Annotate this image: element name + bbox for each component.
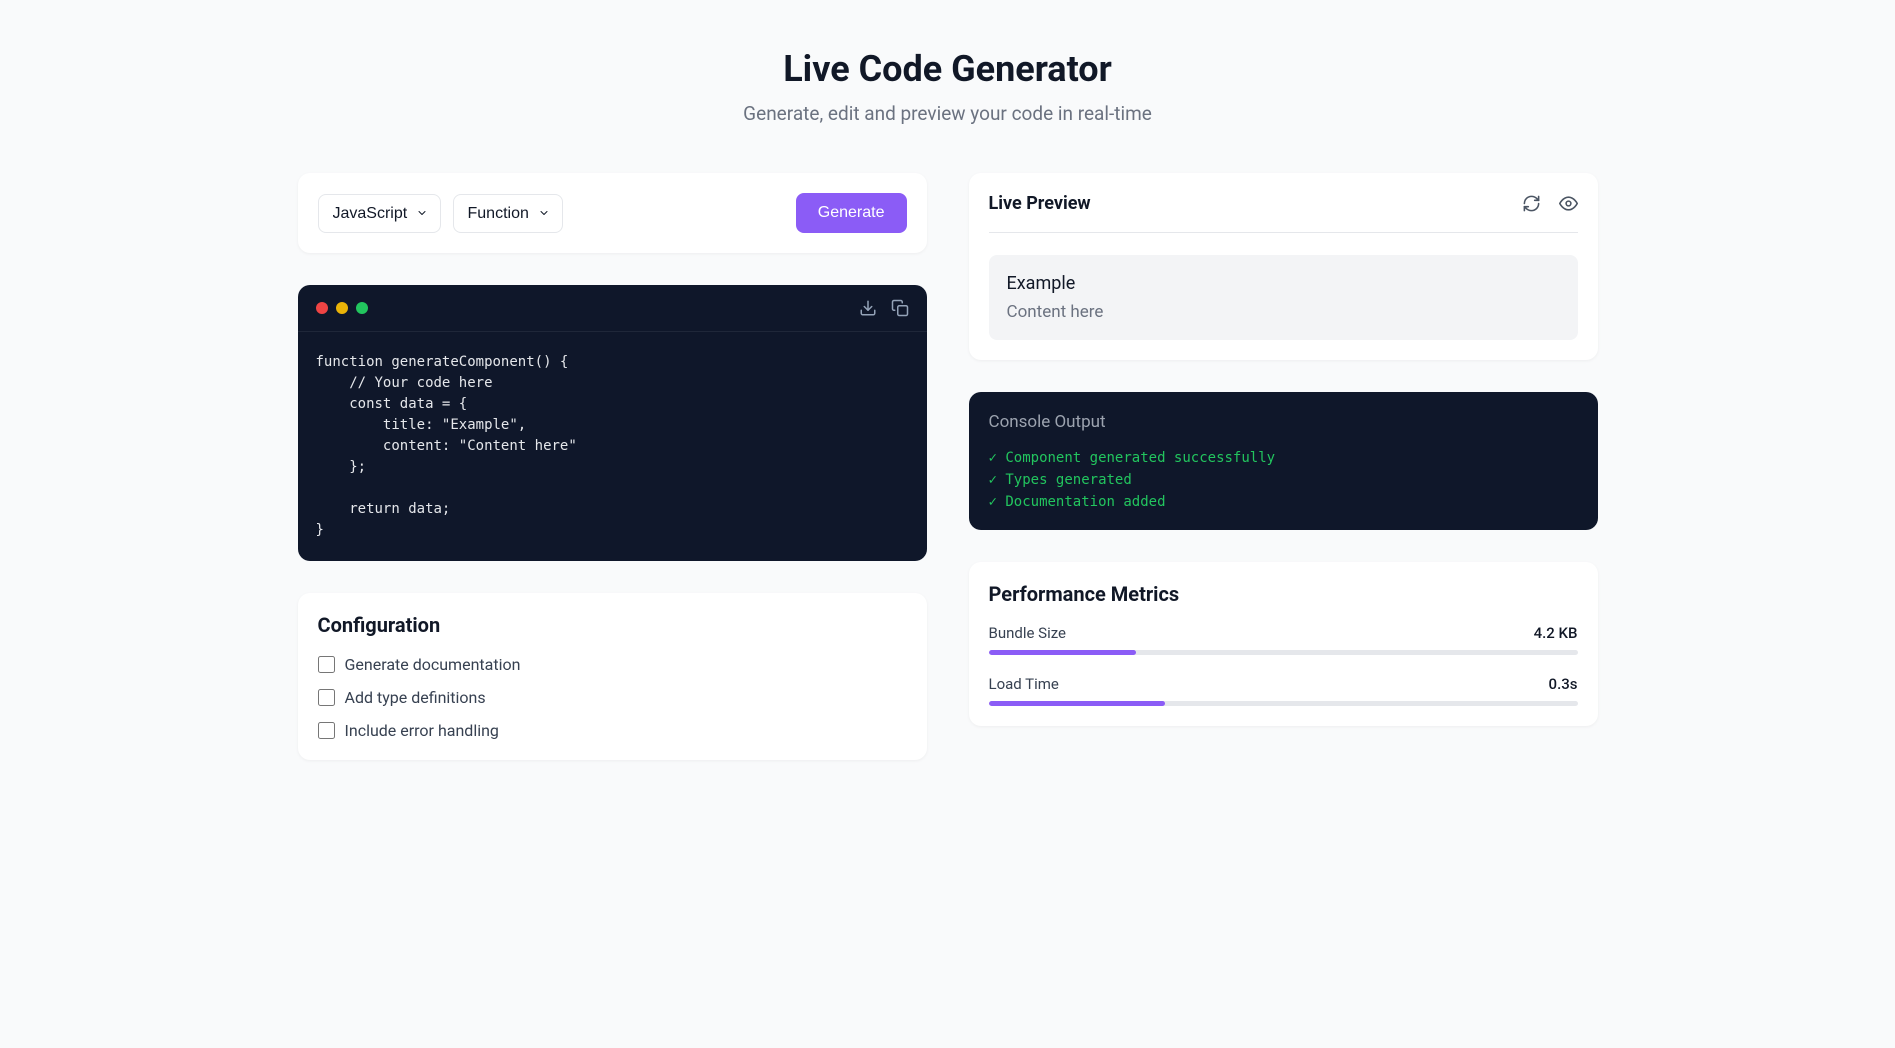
code-content[interactable]: function generateComponent() { // Your c… — [316, 352, 909, 541]
generate-button[interactable]: Generate — [796, 193, 907, 233]
view-button[interactable] — [1559, 194, 1578, 213]
traffic-lights — [316, 302, 368, 314]
metric-value: 0.3s — [1549, 675, 1578, 693]
progress-fill — [989, 650, 1136, 655]
download-button[interactable] — [859, 299, 877, 317]
console-line: ✓ Documentation added — [989, 494, 1578, 510]
metric-item: Bundle Size 4.2 KB — [989, 624, 1578, 655]
copy-icon — [891, 299, 909, 317]
config-item[interactable]: Generate documentation — [318, 655, 907, 674]
console-line: ✓ Component generated successfully — [989, 450, 1578, 466]
progress-fill — [989, 701, 1166, 706]
config-checkbox-types[interactable] — [318, 689, 335, 706]
preview-title: Live Preview — [989, 193, 1091, 214]
config-checkbox-docs[interactable] — [318, 656, 335, 673]
refresh-icon — [1522, 194, 1541, 213]
preview-item-content: Content here — [1007, 302, 1560, 322]
traffic-light-yellow — [336, 302, 348, 314]
progress-bar — [989, 650, 1578, 655]
eye-icon — [1559, 194, 1578, 213]
config-label: Include error handling — [345, 721, 499, 740]
metrics-card: Performance Metrics Bundle Size 4.2 KB — [969, 562, 1598, 726]
download-icon — [859, 299, 877, 317]
metric-label: Load Time — [989, 675, 1059, 693]
preview-card: Live Preview Example Content here — [969, 173, 1598, 360]
config-item[interactable]: Include error handling — [318, 721, 907, 740]
refresh-button[interactable] — [1522, 194, 1541, 213]
code-editor: function generateComponent() { // Your c… — [298, 285, 927, 561]
console-line: ✓ Types generated — [989, 472, 1578, 488]
metric-item: Load Time 0.3s — [989, 675, 1578, 706]
type-select[interactable]: Function — [453, 194, 563, 233]
traffic-light-red — [316, 302, 328, 314]
metric-value: 4.2 KB — [1534, 624, 1578, 642]
configuration-title: Configuration — [318, 613, 907, 637]
config-label: Add type definitions — [345, 688, 486, 707]
traffic-light-green — [356, 302, 368, 314]
metric-label: Bundle Size — [989, 624, 1067, 642]
config-label: Generate documentation — [345, 655, 521, 674]
config-checkbox-errors[interactable] — [318, 722, 335, 739]
metrics-title: Performance Metrics — [989, 582, 1578, 606]
config-item[interactable]: Add type definitions — [318, 688, 907, 707]
console-card: Console Output ✓ Component generated suc… — [969, 392, 1598, 530]
console-title: Console Output — [989, 412, 1578, 432]
page-subtitle: Generate, edit and preview your code in … — [298, 102, 1598, 125]
preview-content: Example Content here — [989, 255, 1578, 340]
configuration-card: Configuration Generate documentation Add… — [298, 593, 927, 760]
progress-bar — [989, 701, 1578, 706]
language-select[interactable]: JavaScript — [318, 194, 441, 233]
toolbar-card: JavaScript Function Generate — [298, 173, 927, 253]
preview-item-title: Example — [1007, 273, 1560, 294]
page-title: Live Code Generator — [298, 48, 1598, 90]
copy-button[interactable] — [891, 299, 909, 317]
